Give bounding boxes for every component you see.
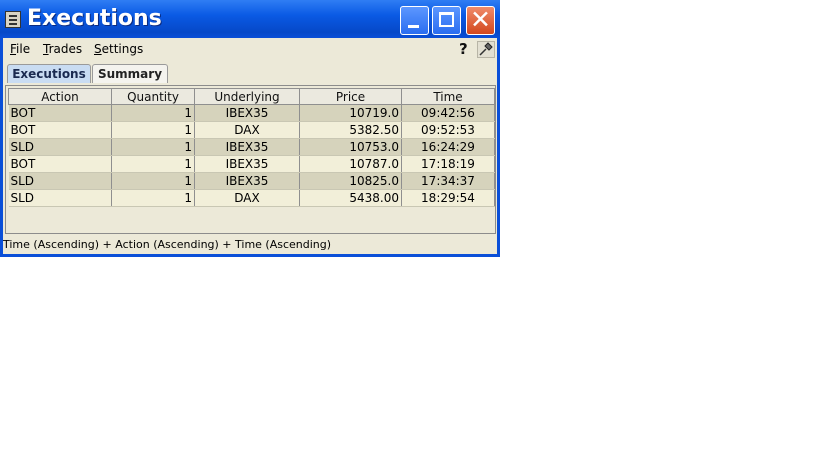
cell-action: SLD <box>8 189 112 207</box>
menu-file[interactable]: File <box>10 42 30 56</box>
menu-trades[interactable]: Trades <box>43 42 82 56</box>
cell-time: 09:52:53 <box>401 121 495 139</box>
cell-time: 09:42:56 <box>401 104 495 122</box>
minimize-button[interactable] <box>400 6 429 35</box>
window-client: File Trades Settings ? Executions Summar… <box>3 38 497 254</box>
cell-quantity: 1 <box>111 138 195 156</box>
cell-underlying: IBEX35 <box>194 104 300 122</box>
maximize-icon <box>439 12 454 27</box>
table-header-row: Action Quantity Underlying Price Time <box>8 88 495 105</box>
table-row[interactable]: SLD 1 IBEX35 10825.0 17:34:37 <box>8 172 495 190</box>
cell-action: SLD <box>8 138 112 156</box>
tab-executions[interactable]: Executions <box>7 64 91 83</box>
menu-settings[interactable]: Settings <box>94 42 143 56</box>
pin-icon[interactable] <box>477 41 495 58</box>
app-menu-icon[interactable] <box>5 11 21 28</box>
column-header-price[interactable]: Price <box>299 88 402 105</box>
cell-time: 18:29:54 <box>401 189 495 207</box>
column-header-underlying[interactable]: Underlying <box>194 88 300 105</box>
table-row[interactable]: BOT 1 IBEX35 10787.0 17:18:19 <box>8 155 495 173</box>
cell-action: BOT <box>8 155 112 173</box>
column-header-quantity[interactable]: Quantity <box>111 88 195 105</box>
cell-quantity: 1 <box>111 155 195 173</box>
cell-price: 10753.0 <box>299 138 402 156</box>
cell-price: 5382.50 <box>299 121 402 139</box>
cell-price: 5438.00 <box>299 189 402 207</box>
close-icon: ✕ <box>470 5 491 34</box>
table-row[interactable]: SLD 1 IBEX35 10753.0 16:24:29 <box>8 138 495 156</box>
column-header-action[interactable]: Action <box>8 88 112 105</box>
cell-underlying: IBEX35 <box>194 138 300 156</box>
table-row[interactable]: BOT 1 IBEX35 10719.0 09:42:56 <box>8 104 495 122</box>
executions-table-panel: Action Quantity Underlying Price Time BO… <box>5 85 496 234</box>
cell-quantity: 1 <box>111 172 195 190</box>
cell-action: SLD <box>8 172 112 190</box>
tab-summary[interactable]: Summary <box>92 64 168 83</box>
cell-action: BOT <box>8 121 112 139</box>
help-icon[interactable]: ? <box>459 40 468 58</box>
cell-quantity: 1 <box>111 104 195 122</box>
cell-quantity: 1 <box>111 121 195 139</box>
table-row[interactable]: BOT 1 DAX 5382.50 09:52:53 <box>8 121 495 139</box>
cell-underlying: DAX <box>194 189 300 207</box>
table-row[interactable]: SLD 1 DAX 5438.00 18:29:54 <box>8 189 495 207</box>
cell-time: 17:34:37 <box>401 172 495 190</box>
cell-underlying: IBEX35 <box>194 155 300 173</box>
cell-quantity: 1 <box>111 189 195 207</box>
executions-window: Executions ✕ File Trades Settings ? Exec… <box>0 0 500 257</box>
minimize-icon <box>408 25 419 28</box>
cell-price: 10787.0 <box>299 155 402 173</box>
menu-bar: File Trades Settings ? <box>3 38 497 61</box>
window-title: Executions <box>27 6 162 31</box>
maximize-button[interactable] <box>432 6 461 35</box>
column-header-time[interactable]: Time <box>401 88 495 105</box>
cell-price: 10825.0 <box>299 172 402 190</box>
cell-action: BOT <box>8 104 112 122</box>
sort-status-bar: Time (Ascending) + Action (Ascending) + … <box>3 238 332 251</box>
title-bar[interactable]: Executions ✕ <box>0 0 500 38</box>
close-button[interactable]: ✕ <box>466 5 495 35</box>
cell-time: 16:24:29 <box>401 138 495 156</box>
cell-underlying: IBEX35 <box>194 172 300 190</box>
cell-underlying: DAX <box>194 121 300 139</box>
cell-time: 17:18:19 <box>401 155 495 173</box>
executions-table: Action Quantity Underlying Price Time BO… <box>8 88 495 207</box>
cell-price: 10719.0 <box>299 104 402 122</box>
